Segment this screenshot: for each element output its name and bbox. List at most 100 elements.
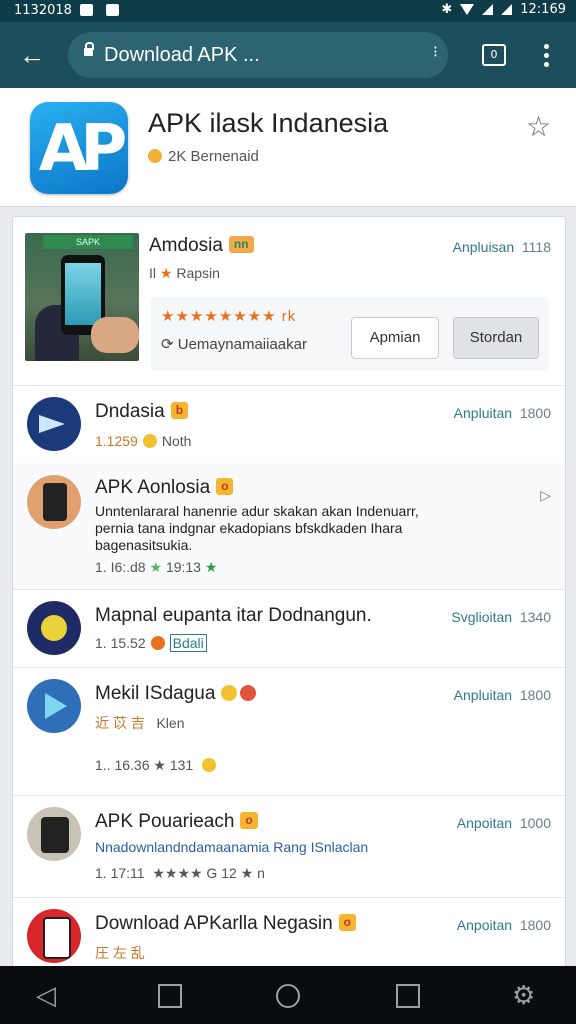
- app-logo: AP: [30, 102, 128, 194]
- list-item-action[interactable]: Anpoitan 1800: [457, 917, 551, 933]
- signal-icon: [482, 4, 494, 15]
- nav-back-icon[interactable]: ◁: [36, 982, 56, 1008]
- featured-name-text: Amdosia: [149, 235, 223, 256]
- page-title: APK ilask Indanesia: [148, 108, 389, 138]
- share-icon: ⟳: [161, 336, 174, 353]
- featured-badge: nn: [228, 236, 254, 253]
- url-more-icon[interactable]: ⁝: [433, 42, 438, 62]
- app-icon: [27, 397, 81, 451]
- featured-name: Amdosia nn: [149, 235, 254, 257]
- app-icon: [27, 807, 81, 861]
- settings-gear-icon[interactable]: ⚙: [512, 982, 535, 1008]
- nav-home-icon[interactable]: [276, 984, 300, 1008]
- emoji-icon: [239, 685, 256, 701]
- chevron-right-icon[interactable]: ▷: [540, 487, 551, 504]
- list-item-action[interactable]: Svglioitan 1340: [451, 609, 551, 625]
- list-item-name-text: Dndasia: [95, 401, 165, 422]
- list-item-description: Unntenlararal hanenrie adur skakan akan …: [95, 503, 419, 553]
- list-item-action-label: Svglioitan: [451, 609, 513, 625]
- list-item-name-text: Mekil ISdagua: [95, 683, 216, 704]
- bluetooth-icon: ✱: [441, 2, 453, 17]
- list-item-description-text: Nnadownlandndamaanamia Rang ISnlaclan: [95, 839, 369, 855]
- favorite-star-icon[interactable]: ☆: [526, 110, 551, 143]
- wifi-icon: [460, 4, 475, 15]
- subtitle-text: 2K Bernenaid: [168, 148, 259, 165]
- status-time: 1132018: [14, 3, 72, 18]
- list-item-meta: 圧 左 乱: [95, 943, 145, 963]
- status-bar: 1132018 ✱ 12:169: [0, 0, 576, 22]
- list-item-meta: 1. 17:11 ★★★★ G 12 ★ n: [95, 865, 265, 882]
- list-item[interactable]: Mekil ISdagua Anpluitan 1800 近 苡 吉 Klen …: [13, 667, 565, 796]
- list-item[interactable]: Download APKarlla Negasin o Anpoitan 1800…: [13, 897, 565, 977]
- star-icon: ★: [159, 265, 173, 281]
- page-subtitle: 2K Bernenaid: [148, 148, 259, 165]
- featured-action-label: Anpluisan: [452, 239, 515, 255]
- list-item-badge: o: [338, 914, 356, 931]
- list-item[interactable]: APK Pouarieach o Anpoitan 1000 Nnadownlan…: [13, 795, 565, 898]
- app-list-card: SAPK Amdosia nn Anpluisan 1118 Il ★ Rapsi…: [12, 216, 566, 978]
- promo-line: ⟳ Uemaynamaiiaakar: [161, 335, 307, 353]
- list-item-name-text: Download APKarlla Negasin: [95, 913, 333, 934]
- primary-action-button[interactable]: Apmian: [351, 317, 439, 359]
- emoji-icon: [202, 758, 217, 772]
- featured-action[interactable]: Anpluisan 1118: [453, 239, 551, 255]
- featured-meta: Il ★ Rapsin: [149, 265, 220, 282]
- star-icon: ★: [204, 559, 218, 575]
- thumbnail-banner: SAPK: [43, 235, 133, 249]
- list-item-meta-num: 1. 17:11: [95, 865, 145, 881]
- list-item-action-label: Anpluitan: [453, 687, 513, 703]
- system-nav-bar: ◁ ⚙: [0, 966, 576, 1024]
- notification-icon: [80, 4, 93, 16]
- signal-icon: [501, 4, 513, 15]
- list-item-name: Mapnal eupanta itar Dodnangun.: [95, 605, 372, 626]
- app-logo-text: AP: [38, 112, 127, 186]
- list-item-name: Download APKarlla Negasin o: [95, 913, 356, 935]
- tabs-button[interactable]: 0: [482, 44, 506, 66]
- list-item-meta-num: 1.1259: [95, 433, 138, 449]
- app-icon: [27, 679, 81, 733]
- list-item-action[interactable]: Anpluitan 1800: [454, 687, 551, 703]
- nav-overview-icon[interactable]: [396, 984, 420, 1008]
- featured-meta-prefix: Il: [149, 265, 156, 281]
- list-item-meta-num: 1. 15.52: [95, 635, 146, 651]
- url-bar[interactable]: Download APK ... ⁝: [68, 32, 448, 78]
- secondary-action-button[interactable]: Stordan: [453, 317, 539, 359]
- list-item-meta: 1.1259 Noth: [95, 433, 191, 449]
- list-item-badge: o: [216, 478, 234, 495]
- list-item-action[interactable]: Anpoitan 1000: [457, 815, 551, 831]
- list-item-action[interactable]: Anpluitan 1800: [454, 405, 551, 421]
- app-icon: [27, 909, 81, 963]
- list-item-action-label: Anpluitan: [453, 405, 513, 421]
- list-item-name-text: APK Pouarieach: [95, 811, 235, 832]
- list-item-meta-tag: 19:13: [165, 559, 201, 575]
- status-right: ✱ 12:169: [441, 2, 566, 17]
- overflow-menu-icon[interactable]: [540, 42, 552, 70]
- star-icon: ★: [149, 559, 163, 575]
- promo-text: Uemaynamaiiaakar: [177, 336, 307, 353]
- url-text: Download APK ...: [104, 44, 260, 66]
- list-item[interactable]: Dndasia b Anpluitan 1800 1.1259 Noth: [13, 385, 565, 464]
- nav-recents-icon[interactable]: [158, 984, 182, 1008]
- featured-size: 1118: [521, 239, 551, 255]
- list-item[interactable]: APK Aonlosia o ▷ Unntenlararal hanenrie a…: [13, 463, 565, 590]
- featured-thumbnail[interactable]: SAPK: [25, 233, 139, 361]
- list-item-meta-num: 1. I6:.d8: [95, 559, 146, 575]
- lock-icon: [84, 42, 94, 56]
- featured-rating-box: ★★★★★★★★ rk ⟳ Uemaynamaiiaakar Apmian St…: [151, 297, 549, 371]
- list-item-meta: 1. I6:.d8 ★ 19:13 ★: [95, 559, 217, 576]
- back-arrow-icon[interactable]: ←: [16, 40, 48, 70]
- list-item-size: 1000: [519, 815, 551, 831]
- emoji-icon: [142, 434, 157, 448]
- list-item-meta: 近 苡 吉 Klen: [95, 713, 184, 733]
- list-item-badge: b: [170, 402, 189, 419]
- list-item[interactable]: Mapnal eupanta itar Dodnangun. Svglioita…: [13, 589, 565, 668]
- emoji-icon: [150, 636, 165, 650]
- emoji-icon: [148, 149, 162, 163]
- featured-item[interactable]: SAPK Amdosia nn Anpluisan 1118 Il ★ Rapsi…: [13, 217, 565, 386]
- notification-icon: [106, 4, 119, 16]
- list-item-size: 1800: [519, 687, 551, 703]
- list-item-meta: 1. 15.52 Bdali: [95, 634, 207, 652]
- list-item-action-label: Anpoitan: [456, 917, 513, 933]
- list-item-name-text: APK Aonlosia: [95, 477, 211, 498]
- browser-toolbar: ← Download APK ... ⁝ 0: [0, 22, 576, 88]
